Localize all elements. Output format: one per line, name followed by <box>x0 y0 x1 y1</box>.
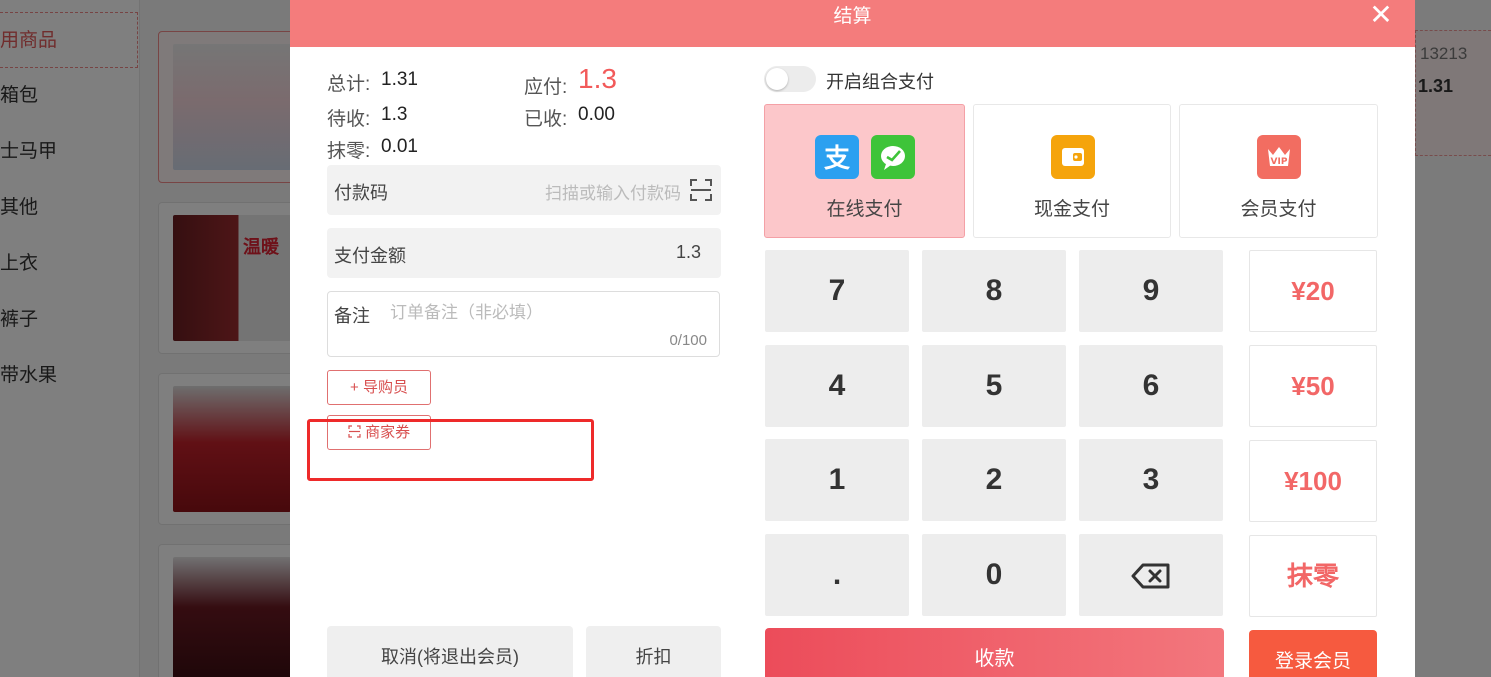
wallet-icon <box>1051 135 1095 179</box>
backspace-button[interactable] <box>1079 534 1223 616</box>
rounding-label: 抹零: <box>327 141 371 162</box>
pay-method-member[interactable]: VIP 会员支付 <box>1179 104 1378 238</box>
modal-header: 结算 ✕ <box>290 0 1415 47</box>
toggle-knob <box>766 68 788 90</box>
pay-method-label: 会员支付 <box>1240 199 1317 220</box>
svg-text:支: 支 <box>824 144 850 174</box>
payment-code-field[interactable]: 付款码 扫描或输入付款码 <box>327 165 721 215</box>
highlight-annotation <box>307 419 594 481</box>
total-value: 1.31 <box>381 69 418 90</box>
pay-method-label: 现金支付 <box>1033 199 1110 220</box>
svg-text:VIP: VIP <box>1271 157 1288 167</box>
collect-payment-button[interactable]: 收款 <box>765 628 1224 677</box>
close-icon[interactable]: ✕ <box>1367 1 1395 30</box>
pay-amount-value: 1.3 <box>675 242 701 262</box>
pending-value: 1.3 <box>381 104 408 125</box>
quick-amount-20[interactable]: ¥20 <box>1249 250 1377 332</box>
key-9[interactable]: 9 <box>1079 250 1223 332</box>
received-value: 0.00 <box>578 104 615 125</box>
rounding-value: 0.01 <box>381 136 418 157</box>
plus-icon: + <box>350 379 359 396</box>
discount-button[interactable]: 折扣 <box>586 626 721 677</box>
quick-amount-50[interactable]: ¥50 <box>1249 345 1377 427</box>
key-4[interactable]: 4 <box>765 345 909 427</box>
key-8[interactable]: 8 <box>922 250 1066 332</box>
pay-amount-label: 支付金额 <box>334 246 406 266</box>
due-value: 1.3 <box>578 63 617 94</box>
payment-code-label: 付款码 <box>334 183 388 203</box>
remark-field: 备注 0/100 <box>327 291 720 357</box>
key-0[interactable]: 0 <box>922 534 1066 616</box>
quick-amount-100[interactable]: ¥100 <box>1249 440 1377 522</box>
combo-payment-toggle[interactable] <box>764 66 816 92</box>
combo-payment-label: 开启组合支付 <box>826 72 934 92</box>
vip-icon: VIP <box>1257 135 1301 179</box>
guide-staff-button[interactable]: + 导购员 <box>327 370 431 405</box>
pending-label: 待收: <box>327 109 371 130</box>
remark-input[interactable] <box>390 300 690 326</box>
pay-amount-field[interactable]: 支付金额 1.3 <box>327 228 721 278</box>
login-member-button[interactable]: 登录会员 <box>1249 630 1377 677</box>
key-2[interactable]: 2 <box>922 439 1066 521</box>
modal-title: 结算 <box>833 6 872 27</box>
key-7[interactable]: 7 <box>765 250 909 332</box>
key-5[interactable]: 5 <box>922 345 1066 427</box>
key-6[interactable]: 6 <box>1079 345 1223 427</box>
key-decimal[interactable]: . <box>765 534 909 616</box>
alipay-icon: 支 <box>815 135 859 179</box>
pay-method-label: 在线支付 <box>826 199 903 220</box>
pay-method-online[interactable]: 支 在线支付 <box>764 104 965 238</box>
remark-label: 备注 <box>334 306 370 326</box>
pay-method-cash[interactable]: 现金支付 <box>973 104 1171 238</box>
received-label: 已收: <box>524 109 568 130</box>
round-off-button[interactable]: 抹零 <box>1249 535 1377 617</box>
cancel-button[interactable]: 取消(将退出会员) <box>327 626 573 677</box>
key-1[interactable]: 1 <box>765 439 909 521</box>
key-3[interactable]: 3 <box>1079 439 1223 521</box>
remark-counter: 0/100 <box>669 332 707 349</box>
backspace-icon <box>1131 563 1170 589</box>
payment-code-placeholder[interactable]: 扫描或输入付款码 <box>545 179 681 204</box>
total-label: 总计: <box>327 74 371 95</box>
scan-icon[interactable] <box>689 178 713 202</box>
checkout-modal: 结算 ✕ 总计: 1.31 应付: 1.3 待收: 1.3 已收: 0.00 抹… <box>290 0 1415 677</box>
guide-staff-label: 导购员 <box>362 379 408 396</box>
wechat-pay-icon <box>871 135 915 179</box>
due-label: 应付: <box>524 77 568 98</box>
